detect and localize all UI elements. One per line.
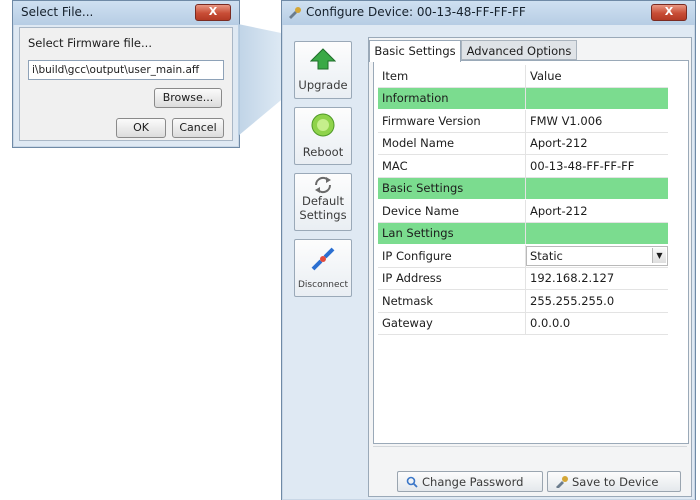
table-row: Model Name Aport-212	[378, 132, 668, 155]
tab-advanced-options[interactable]: Advanced Options	[461, 40, 577, 60]
section-value	[525, 87, 668, 110]
basic-settings-pane: Item Value Information Firmware Version …	[373, 60, 689, 444]
configure-device-window: Configure Device: 00-13-48-FF-FF-FF X Up…	[281, 0, 696, 500]
upgrade-arrow-icon	[310, 48, 336, 70]
row-item: Netmask	[378, 289, 526, 313]
reboot-icon	[311, 113, 335, 137]
disconnect-plug-icon	[311, 247, 335, 271]
row-value[interactable]: 00-13-48-FF-FF-FF	[525, 154, 668, 178]
row-value[interactable]: 0.0.0.0	[525, 312, 668, 335]
settings-panel: Basic Settings Advanced Options Item Val…	[368, 37, 692, 497]
dialog-title-bar: Select File... X	[13, 1, 239, 25]
table-row: Netmask 255.255.255.0	[378, 289, 668, 313]
select-file-dialog: Select File... X Select Firmware file...…	[12, 0, 240, 148]
default-settings-label: Default Settings	[299, 194, 347, 222]
disconnect-label: Disconnect	[298, 280, 348, 290]
section-row-basic-settings: Basic Settings	[378, 177, 668, 200]
ok-button[interactable]: OK	[116, 118, 166, 138]
firmware-path-input[interactable]: i\build\gcc\output\user_main.aff	[28, 60, 224, 80]
configure-title-bar: Configure Device: 00-13-48-FF-FF-FF X	[282, 1, 695, 25]
wrench-icon	[289, 7, 301, 19]
save-to-device-label: Save to Device	[572, 475, 659, 489]
settings-table: Item Value Information Firmware Version …	[378, 65, 668, 335]
row-item: Device Name	[378, 199, 526, 223]
row-value[interactable]: Aport-212	[525, 199, 668, 223]
section-label: Lan Settings	[378, 222, 526, 245]
status-strip	[373, 446, 687, 465]
configure-title: Configure Device: 00-13-48-FF-FF-FF	[306, 5, 526, 19]
row-item: Gateway	[378, 312, 526, 335]
table-header: Item Value	[378, 65, 668, 88]
section-value	[525, 177, 668, 200]
row-value[interactable]: 255.255.255.0	[525, 289, 668, 313]
row-value[interactable]: FMW V1.006	[525, 109, 668, 133]
default-settings-button[interactable]: Default Settings	[294, 173, 352, 231]
table-row: IP Configure Static ▼	[378, 244, 668, 268]
configure-close-button[interactable]: X	[651, 4, 687, 21]
cancel-button[interactable]: Cancel	[172, 118, 224, 138]
row-item: Model Name	[378, 132, 526, 155]
section-value	[525, 222, 668, 245]
disconnect-button[interactable]: Disconnect	[294, 239, 352, 297]
row-item: Firmware Version	[378, 109, 526, 133]
reboot-button[interactable]: Reboot	[294, 107, 352, 165]
row-item: IP Address	[378, 267, 526, 290]
firmware-prompt-label: Select Firmware file...	[28, 36, 152, 50]
browse-button[interactable]: Browse...	[154, 88, 222, 108]
row-value[interactable]: 192.168.2.127	[525, 267, 668, 290]
select-frame	[526, 246, 668, 266]
section-label: Basic Settings	[378, 177, 526, 200]
row-item: IP Configure	[378, 244, 526, 268]
section-label: Information	[378, 87, 526, 110]
dialog-close-button[interactable]: X	[195, 4, 231, 21]
upgrade-label: Upgrade	[298, 78, 348, 92]
tab-basic-settings[interactable]: Basic Settings	[369, 40, 461, 62]
save-to-device-button[interactable]: Save to Device	[547, 471, 681, 492]
search-key-icon	[406, 476, 418, 488]
ip-configure-select[interactable]: Static ▼	[525, 244, 668, 268]
chevron-down-icon[interactable]: ▼	[652, 248, 666, 263]
column-header-item: Item	[378, 65, 526, 88]
section-row-lan-settings: Lan Settings	[378, 222, 668, 245]
table-row: Gateway 0.0.0.0	[378, 312, 668, 335]
change-password-button[interactable]: Change Password	[397, 471, 543, 492]
upgrade-button[interactable]: Upgrade	[294, 41, 352, 99]
dialog-title: Select File...	[21, 5, 94, 19]
table-row: MAC 00-13-48-FF-FF-FF	[378, 154, 668, 178]
default-settings-icon	[314, 176, 332, 194]
table-row: Firmware Version FMW V1.006	[378, 109, 668, 133]
change-password-label: Change Password	[422, 475, 524, 489]
row-value[interactable]: Aport-212	[525, 132, 668, 155]
table-row: Device Name Aport-212	[378, 199, 668, 223]
section-row-information: Information	[378, 87, 668, 110]
column-header-value: Value	[525, 65, 668, 88]
table-row: IP Address 192.168.2.127	[378, 267, 668, 290]
dialog-body: Select Firmware file... i\build\gcc\outp…	[19, 27, 233, 141]
wrench-icon	[556, 476, 568, 488]
reboot-label: Reboot	[302, 145, 344, 159]
row-item: MAC	[378, 154, 526, 178]
